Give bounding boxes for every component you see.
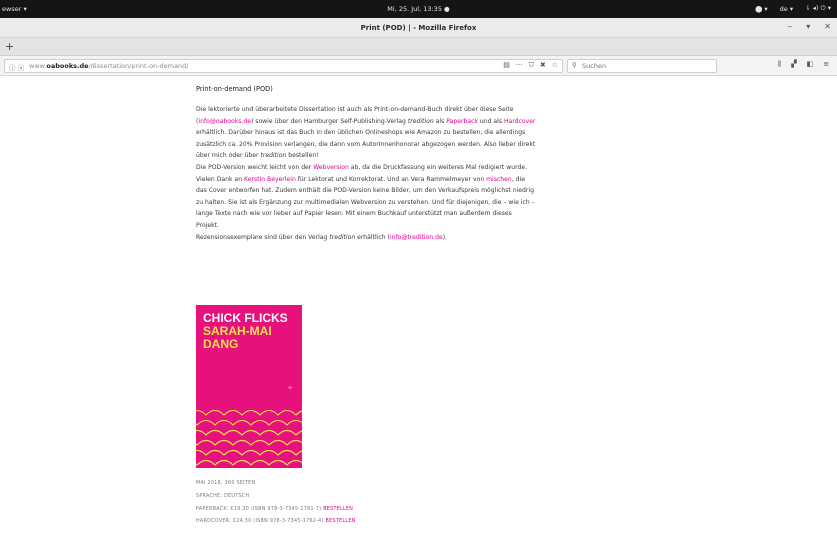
reader-view-icon[interactable]: ▤	[503, 61, 510, 70]
paperback-info: Paperback: €19,30 (ISBN 978-3-7345-1761-…	[196, 506, 354, 512]
hardcover-link[interactable]: Hardcover	[504, 118, 536, 125]
order-paperback-link[interactable]: Bestellen	[323, 507, 353, 512]
toolbar-icons: ⫼ ▞ ◧ ≡	[778, 60, 829, 69]
bookmark-star-icon[interactable]: ☆	[552, 61, 558, 70]
url-actions: ▤ ··· ⛉ ✖ ☆	[503, 61, 558, 70]
search-icon: ⚲	[572, 61, 577, 69]
window-titlebar: Print (POD) | - Mozilla Firefox ‒ ▾ ✕	[0, 18, 837, 38]
close-button[interactable]: ✕	[824, 22, 831, 31]
tab-strip: +	[0, 38, 837, 56]
new-tab-button[interactable]: +	[5, 40, 14, 53]
extension-icon[interactable]: ▞	[791, 60, 796, 69]
paragraph-1: Die lektorierte und überarbeitete Disser…	[196, 106, 536, 160]
page-actions-icon[interactable]: ···	[516, 61, 523, 70]
paragraph-3: Rezensionsexemplare sind über den Verlag…	[196, 233, 448, 241]
maximize-button[interactable]: ▾	[806, 22, 810, 31]
paperback-link[interactable]: Paperback	[446, 118, 478, 125]
system-menu-indicator[interactable]: ⇂ ◂) ⏻ ▾	[805, 4, 831, 13]
email-link-oabooks[interactable]: info@oabooks.de	[198, 118, 251, 125]
email-link-tredition[interactable]: info@tredition.de	[390, 234, 443, 241]
hardcover-info: Hardcover: €24,30 (ISBN 978-3-7345-1762-…	[196, 519, 356, 525]
order-hardcover-link[interactable]: Bestellen	[326, 519, 356, 524]
menu-icon[interactable]: ≡	[823, 60, 829, 69]
webversion-link[interactable]: Webversion	[313, 164, 349, 171]
extension-icon[interactable]: ✖	[540, 61, 546, 70]
system-indicators: ⬤ ▾ de ▾ ⇂ ◂) ⏻ ▾	[755, 4, 831, 13]
network-indicator[interactable]: ⬤ ▾	[755, 5, 768, 13]
sidebar-icon[interactable]: ◧	[807, 60, 814, 69]
url-bar[interactable]: ⓘ ⓤ www.oabooks.de/dissertation/print-on…	[4, 59, 563, 73]
window-title: Print (POD) | - Mozilla Firefox	[360, 24, 477, 32]
minimize-button[interactable]: ‒	[787, 22, 792, 31]
url-text[interactable]: www.oabooks.de/dissertation/print-on-dem…	[29, 62, 188, 70]
paragraph-2: Die POD-Version weicht leicht von der We…	[196, 163, 535, 229]
kerstin-beyerlein-link[interactable]: Kerstin Beyerlein	[244, 176, 296, 183]
pocket-icon[interactable]: ⛉	[529, 61, 534, 70]
site-info-icon[interactable]: ⓘ ⓤ	[9, 62, 24, 72]
search-box[interactable]: ⚲	[567, 59, 717, 73]
cover-publisher-mark: ∞	[288, 385, 293, 391]
navigation-bar: ⓘ ⓤ www.oabooks.de/dissertation/print-on…	[0, 56, 837, 76]
url-domain: oabooks.de	[46, 62, 89, 70]
language-info: Sprache: Deutsch	[196, 493, 250, 499]
mischen-link[interactable]: mischen	[486, 176, 512, 183]
book-cover: CHICK FLICKS SARAH-MAI DANG ∞	[196, 305, 302, 468]
publication-info: Mai 2018, 360 Seiten	[196, 481, 256, 486]
cover-author: SARAH-MAI DANG	[203, 324, 272, 351]
page-content: Print-on-demand (POD) Die lektorierte un…	[196, 84, 536, 243]
clock[interactable]: Mi, 25. Jul, 13:35 ●	[0, 5, 837, 13]
search-input[interactable]	[582, 61, 712, 71]
page-title: Print-on-demand (POD)	[196, 85, 273, 93]
keyboard-layout-indicator[interactable]: de ▾	[780, 5, 793, 13]
cover-title: CHICK FLICKS	[203, 311, 288, 325]
window-controls: ‒ ▾ ✕	[787, 22, 831, 31]
book-metadata: Mai 2018, 360 Seiten Sprache: Deutsch Pa…	[196, 478, 356, 529]
library-icon[interactable]: ⫼	[778, 60, 781, 69]
system-top-bar: ewser ▾ Mi, 25. Jul, 13:35 ● ⬤ ▾ de ▾ ⇂ …	[0, 0, 837, 18]
cover-arc-pattern	[196, 409, 302, 466]
